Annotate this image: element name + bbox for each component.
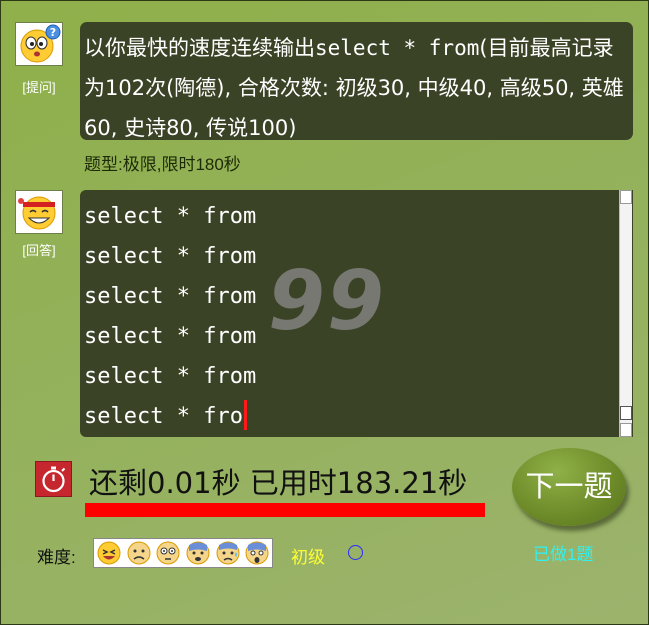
done-count: 已做1题 (533, 545, 594, 564)
laughing-face-icon (94, 539, 124, 567)
flushed-face-icon (153, 539, 183, 567)
question-code: select * from (315, 36, 480, 60)
timer-text: 还剩0.01秒 已用时183.21秒 (89, 466, 468, 500)
time-progress-bar (85, 503, 485, 517)
difficulty-level: 初级 (291, 548, 325, 567)
question-text-part1: 以你最快的速度连续输出 (84, 36, 315, 60)
answer-line: select * from (84, 324, 257, 349)
answer-line: select * fro (84, 404, 243, 429)
svg-text:?: ? (50, 26, 56, 39)
answer-textarea[interactable]: 99 select * from select * from select * … (80, 190, 633, 437)
answer-line: select * from (84, 244, 257, 269)
answer-line-current: select * fro (84, 397, 256, 437)
answer-count-watermark: 99 (268, 254, 387, 349)
answer-line: select * from (84, 364, 257, 389)
answer-line: select * from (84, 204, 257, 229)
next-question-button[interactable]: 下一题 (512, 448, 626, 526)
text-caret (243, 400, 247, 430)
question-bubble: 以你最快的速度连续输出select * from(目前最高记录为102次(陶德)… (80, 22, 633, 140)
cold-sweat-face-icon (213, 539, 243, 567)
difficulty-scale (93, 538, 273, 568)
asker-label: [提问] (22, 80, 56, 95)
answer-lines: select * from select * from select * fro… (84, 197, 256, 437)
time-progress-fill (85, 503, 485, 517)
question-type: 题型:极限,限时180秒 (84, 155, 241, 174)
answerer-label: [回答] (22, 243, 56, 258)
circle-indicator-icon[interactable] (348, 545, 363, 560)
worried-face-icon (124, 539, 154, 567)
asker-avatar-icon: ? (15, 22, 63, 66)
anxious-sweat-face-icon (183, 539, 213, 567)
answerer-avatar-icon (15, 190, 63, 234)
answer-scrollbar[interactable] (619, 190, 632, 437)
scroll-thumb[interactable] (620, 406, 632, 420)
scroll-down-arrow-icon[interactable] (620, 423, 632, 437)
difficulty-label: 难度: (37, 548, 76, 567)
screaming-face-icon (242, 539, 272, 567)
stopwatch-icon (35, 461, 72, 497)
scroll-up-arrow-icon[interactable] (620, 190, 632, 204)
answer-line: select * from (84, 284, 257, 309)
